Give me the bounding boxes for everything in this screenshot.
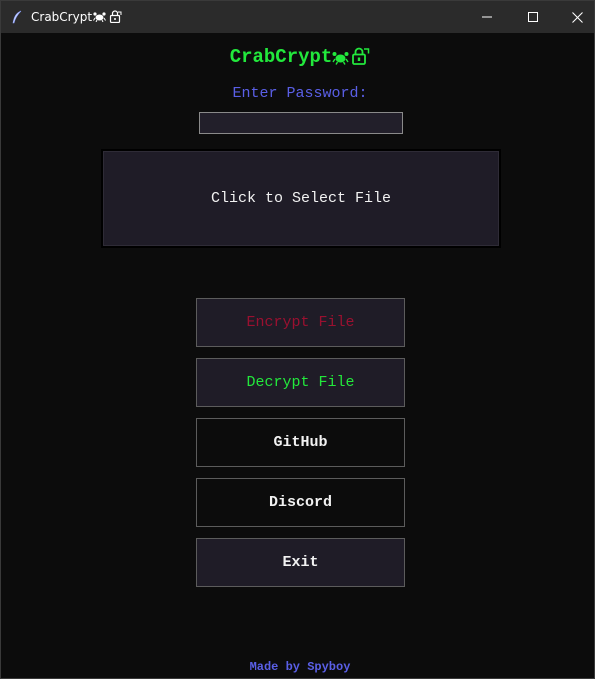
discord-button[interactable]: Discord <box>196 478 405 527</box>
select-file-label: Click to Select File <box>210 190 392 207</box>
app-heading: CrabCrypt <box>1 45 595 72</box>
encrypt-file-button[interactable]: Encrypt File <box>196 298 405 347</box>
crab-icon <box>92 10 106 24</box>
encrypt-file-label: Encrypt File <box>246 314 355 331</box>
window-title-text: CrabCrypt <box>31 10 93 24</box>
decrypt-file-label: Decrypt File <box>246 374 355 391</box>
select-file-button[interactable]: Click to Select File <box>101 149 501 248</box>
close-icon <box>571 11 583 23</box>
discord-label: Discord <box>268 494 332 511</box>
window-title: CrabCrypt <box>31 10 122 24</box>
github-label: GitHub <box>273 434 328 451</box>
maximize-icon <box>528 12 538 22</box>
lock-icon <box>349 47 370 71</box>
footer-credit: Made by Spyboy <box>249 660 351 674</box>
decrypt-file-button[interactable]: Decrypt File <box>196 358 405 407</box>
lock-icon <box>106 10 122 24</box>
exit-label: Exit <box>282 554 319 571</box>
maximize-button[interactable] <box>510 1 556 33</box>
password-label: Enter Password: <box>232 85 368 102</box>
minimize-icon <box>482 16 492 18</box>
github-button[interactable]: GitHub <box>196 418 405 467</box>
minimize-button[interactable] <box>464 1 510 33</box>
crab-icon <box>332 49 349 71</box>
feather-icon <box>11 10 23 24</box>
main-content: CrabCrypt Enter Password: Click to Selec… <box>1 33 594 678</box>
close-button[interactable] <box>554 1 595 33</box>
app-heading-text: CrabCrypt <box>229 46 333 68</box>
exit-button[interactable]: Exit <box>196 538 405 587</box>
app-window: CrabCrypt CrabCrypt Enter Password: Clic… <box>0 0 595 679</box>
password-input[interactable] <box>199 112 403 134</box>
title-bar: CrabCrypt <box>1 1 594 33</box>
